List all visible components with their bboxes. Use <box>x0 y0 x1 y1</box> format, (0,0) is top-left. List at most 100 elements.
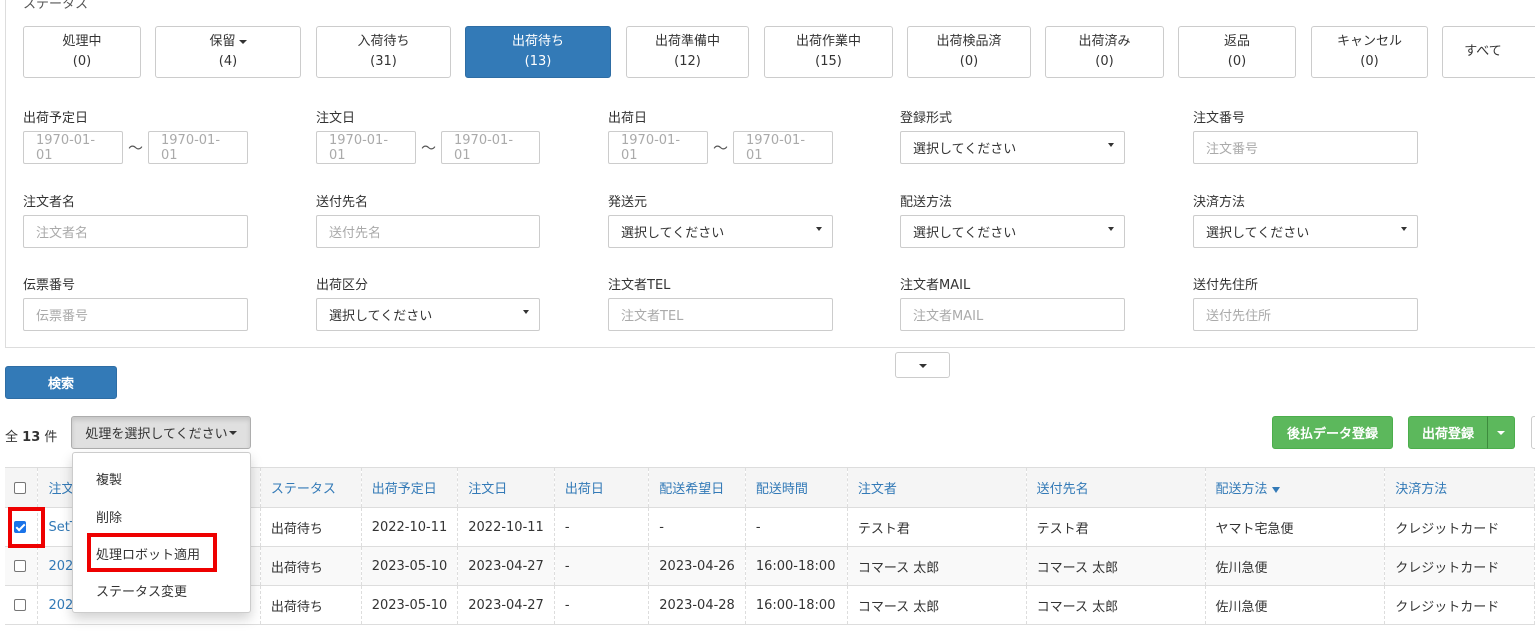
column-header-ship-scheduled[interactable]: 出荷予定日 <box>361 467 459 508</box>
status-count: (31) <box>370 54 397 69</box>
column-header-payment[interactable]: 決済方法 <box>1384 467 1535 508</box>
order-number-input[interactable]: 注文番号 <box>1193 131 1418 164</box>
select-arrow-icon <box>1108 143 1114 147</box>
recipient-address-input[interactable]: 送付先住所 <box>1193 298 1418 331</box>
slip-number-input[interactable]: 伝票番号 <box>23 298 248 331</box>
range-tilde: 〜 <box>128 139 144 157</box>
status-count: (13) <box>524 54 552 69</box>
deferred-payment-register-button[interactable]: 後払データ登録 <box>1272 416 1393 449</box>
order-number-label: 注文番号 <box>1193 111 1246 126</box>
menu-item-duplicate[interactable]: 複製 <box>96 469 122 488</box>
status-cell: 出荷待ち <box>260 507 362 547</box>
column-header-recipient[interactable]: 送付先名 <box>1026 467 1206 508</box>
column-header-wish-time[interactable]: 配送時間 <box>745 467 848 508</box>
status-label: 保留 <box>209 34 236 49</box>
registration-type-label: 登録形式 <box>900 111 953 126</box>
status-label: 処理中 <box>62 34 102 49</box>
select-arrow-icon <box>523 310 529 314</box>
ship-date-to-input[interactable]: 1970-01-01 <box>733 131 833 164</box>
caret-down-icon <box>919 364 927 368</box>
ship-scheduled-from-input[interactable]: 1970-01-01 <box>23 131 123 164</box>
status-button-all[interactable]: すべて <box>1442 26 1535 78</box>
caret-down-icon <box>1497 431 1505 435</box>
row-checkbox[interactable] <box>14 599 26 611</box>
status-count: (4) <box>218 54 238 69</box>
delivery-cell: 佐川急便 <box>1205 585 1386 625</box>
status-label: 出荷済み <box>1078 34 1131 49</box>
status-button-in-progress[interactable]: 出荷作業中 (15) <box>764 26 893 78</box>
status-label: 出荷待ち <box>511 34 564 49</box>
select-arrow-icon <box>1108 227 1114 231</box>
select-value: 選択してください <box>329 309 433 324</box>
result-count: 全 13 件 <box>5 426 57 445</box>
ship-from-select[interactable]: 選択してください <box>608 215 833 248</box>
shipment-register-dropdown-toggle[interactable] <box>1487 416 1515 449</box>
menu-item-delete[interactable]: 削除 <box>96 507 122 526</box>
ship-date-from-input[interactable]: 1970-01-01 <box>608 131 708 164</box>
delivery-method-select[interactable]: 選択してください <box>900 215 1125 248</box>
status-button-inspected[interactable]: 出荷検品済 (0) <box>907 26 1031 78</box>
column-header-ship-date[interactable]: 出荷日 <box>554 467 650 508</box>
select-value: 選択してください <box>913 226 1017 241</box>
status-label: 入荷待ち <box>357 34 410 49</box>
count-suffix: 件 <box>44 430 58 445</box>
orderer-cell: コマース 太郎 <box>847 546 1027 586</box>
column-header-order-date[interactable]: 注文日 <box>457 467 555 508</box>
status-button-shipped[interactable]: 出荷済み (0) <box>1045 26 1164 78</box>
status-label: 出荷作業中 <box>795 34 861 49</box>
column-header-wish-date[interactable]: 配送希望日 <box>648 467 746 508</box>
orderer-name-input[interactable]: 注文者名 <box>23 215 248 248</box>
highlight-box-checkbox <box>8 507 45 548</box>
caret-down-icon <box>238 39 247 44</box>
status-label: 出荷準備中 <box>654 34 720 49</box>
recipient-name-input[interactable]: 送付先名 <box>316 215 540 248</box>
order-date-cell: 2023-04-27 <box>457 585 555 625</box>
status-button-cancel[interactable]: キャンセル (0) <box>1311 26 1428 78</box>
status-button-awaiting-arrival[interactable]: 入荷待ち (31) <box>316 26 451 78</box>
delivery-cell: 佐川急便 <box>1205 546 1386 586</box>
order-date-to-input[interactable]: 1970-01-01 <box>441 131 540 164</box>
slip-number-label: 伝票番号 <box>23 278 76 293</box>
search-button[interactable]: 検索 <box>5 366 117 399</box>
select-value: 選択してください <box>913 142 1017 157</box>
registration-type-select[interactable]: 選択してください <box>900 131 1125 164</box>
status-button-preparing[interactable]: 出荷準備中 (12) <box>626 26 749 78</box>
order-date-cell: 2022-10-11 <box>457 507 555 547</box>
orderer-tel-input[interactable]: 注文者TEL <box>608 298 833 331</box>
column-header-status[interactable]: ステータス <box>260 467 362 508</box>
toolbar-extra-button[interactable] <box>1531 416 1535 449</box>
payment-cell: クレジットカード <box>1384 585 1535 625</box>
orderer-name-label: 注文者名 <box>23 195 76 210</box>
count-value: 13 <box>22 430 41 445</box>
status-button-processing[interactable]: 処理中 (0) <box>23 26 141 78</box>
wish-time-cell: - <box>745 507 848 547</box>
wish-time-cell: 16:00-18:00 <box>745 585 848 625</box>
payment-method-select[interactable]: 選択してください <box>1193 215 1418 248</box>
wish-date-cell: 2023-04-28 <box>648 585 746 625</box>
order-date-cell: 2023-04-27 <box>457 546 555 586</box>
status-count: (15) <box>815 54 842 69</box>
column-header-delivery[interactable]: 配送方法 <box>1205 467 1386 508</box>
select-arrow-icon <box>816 227 822 231</box>
ship-category-label: 出荷区分 <box>316 278 369 293</box>
select-all-checkbox[interactable] <box>14 481 26 494</box>
menu-item-change-status[interactable]: ステータス変更 <box>96 581 187 600</box>
column-header-orderer[interactable]: 注文者 <box>847 467 1027 508</box>
ship-category-select[interactable]: 選択してください <box>316 298 540 331</box>
status-button-returned[interactable]: 返品 (0) <box>1178 26 1296 78</box>
shipment-register-button[interactable]: 出荷登録 <box>1408 416 1488 449</box>
status-label: 出荷検品済 <box>936 34 1002 49</box>
order-date-from-input[interactable]: 1970-01-01 <box>316 131 416 164</box>
status-button-hold[interactable]: 保留 (4) <box>155 26 301 78</box>
action-select-button[interactable]: 処理を選択してください <box>71 416 251 449</box>
highlight-box-menu-item <box>87 533 217 572</box>
status-button-awaiting-shipment[interactable]: 出荷待ち (13) <box>465 26 611 78</box>
status-count: (0) <box>1095 54 1114 69</box>
action-select-label: 処理を選択してください <box>85 427 228 442</box>
expand-filters-button[interactable] <box>895 352 950 378</box>
ship-scheduled-cell: 2022-10-11 <box>361 507 459 547</box>
orderer-mail-input[interactable]: 注文者MAIL <box>900 298 1125 331</box>
row-checkbox[interactable] <box>14 560 26 572</box>
delivery-cell: ヤマト宅急便 <box>1205 507 1386 547</box>
ship-scheduled-to-input[interactable]: 1970-01-01 <box>148 131 248 164</box>
